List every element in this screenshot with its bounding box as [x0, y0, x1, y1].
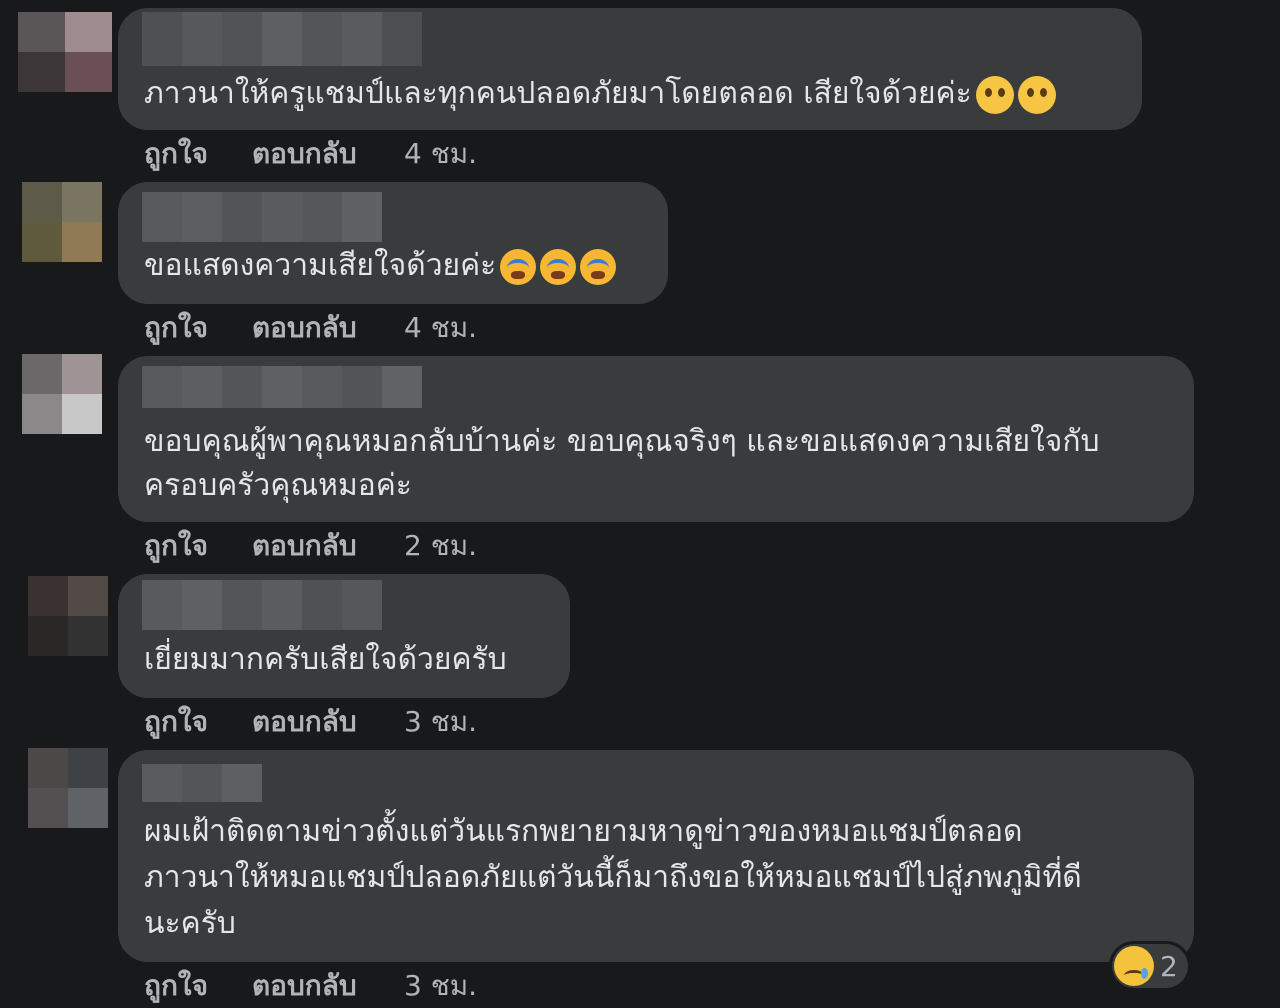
comment-bubble: เยี่ยมมากครับเสียใจด้วยครับ	[118, 574, 570, 698]
loudly-crying-face-icon	[500, 248, 537, 285]
avatar[interactable]	[22, 354, 102, 434]
loudly-crying-face-icon	[580, 248, 617, 285]
avatar[interactable]	[28, 748, 108, 828]
commenter-name-blurred[interactable]	[142, 12, 422, 66]
reply-button[interactable]: ตอบกลับ	[252, 306, 404, 350]
avatar[interactable]	[22, 182, 102, 262]
comment-bubble: ขอบคุณผู้พาคุณหมอกลับบ้านค่ะ ขอบคุณจริงๆ…	[118, 356, 1194, 522]
comment-text: นะครับ	[144, 906, 236, 941]
reply-button[interactable]: ตอบกลับ	[252, 964, 404, 1008]
comment-timestamp[interactable]: 3 ชม.	[404, 964, 477, 1008]
comment-actions: ถูกใจ ตอบกลับ 4 ชม.	[144, 136, 477, 172]
comment-actions: ถูกใจ ตอบกลับ 3 ชม.	[144, 968, 477, 1004]
loudly-crying-face-icon	[540, 248, 577, 285]
like-button[interactable]: ถูกใจ	[144, 132, 252, 176]
comment-actions: ถูกใจ ตอบกลับ 3 ชม.	[144, 704, 477, 740]
comment-timestamp[interactable]: 3 ชม.	[404, 700, 477, 744]
avatar[interactable]	[18, 12, 112, 92]
like-button[interactable]: ถูกใจ	[144, 306, 252, 350]
reaction-count: 2	[1160, 949, 1178, 983]
comment-timestamp[interactable]: 2 ชม.	[404, 524, 477, 568]
pleading-face-icon	[1017, 75, 1056, 114]
avatar[interactable]	[28, 576, 108, 656]
comment-bubble: ขอแสดงความเสียใจด้วยค่ะ	[118, 182, 668, 304]
comment-text: ภาวนาให้หมอแชมป์ปลอดภัยแต่วันนี้ก็มาถึงข…	[144, 860, 1082, 895]
reply-button[interactable]: ตอบกลับ	[252, 700, 404, 744]
comment-timestamp[interactable]: 4 ชม.	[404, 132, 477, 176]
comment-text: เยี่ยมมากครับเสียใจด้วยครับ	[144, 642, 507, 677]
comment-text: ภาวนาให้ครูแชมป์และทุกคนปลอดภัยมาโดยตลอด…	[144, 72, 1056, 116]
comment-text: ครอบครัวคุณหมอค่ะ	[144, 468, 412, 503]
like-button[interactable]: ถูกใจ	[144, 964, 252, 1008]
reply-button[interactable]: ตอบกลับ	[252, 132, 404, 176]
comment-bubble: ผมเฝ้าติดตามข่าวตั้งแต่วันแรกพยายามหาดูข…	[118, 750, 1194, 962]
reply-button[interactable]: ตอบกลับ	[252, 524, 404, 568]
commenter-name-blurred[interactable]	[142, 192, 382, 242]
comment-timestamp[interactable]: 4 ชม.	[404, 306, 477, 350]
comment-text: ขอบคุณผู้พาคุณหมอกลับบ้านค่ะ ขอบคุณจริงๆ…	[144, 424, 1100, 459]
commenter-name-blurred[interactable]	[142, 764, 262, 802]
reaction-summary[interactable]: 2	[1112, 944, 1188, 988]
like-button[interactable]: ถูกใจ	[144, 524, 252, 568]
comment-text: ผมเฝ้าติดตามข่าวตั้งแต่วันแรกพยายามหาดูข…	[144, 814, 1023, 849]
commenter-name-blurred[interactable]	[142, 580, 382, 630]
comment-actions: ถูกใจ ตอบกลับ 2 ชม.	[144, 528, 477, 564]
pleading-face-icon	[975, 75, 1014, 114]
comment-text: ขอแสดงความเสียใจด้วยค่ะ	[144, 244, 617, 288]
comment-actions: ถูกใจ ตอบกลับ 4 ชม.	[144, 310, 477, 346]
sad-face-icon	[1114, 946, 1154, 986]
comment-bubble: ภาวนาให้ครูแชมป์และทุกคนปลอดภัยมาโดยตลอด…	[118, 8, 1142, 130]
like-button[interactable]: ถูกใจ	[144, 700, 252, 744]
commenter-name-blurred[interactable]	[142, 366, 422, 408]
